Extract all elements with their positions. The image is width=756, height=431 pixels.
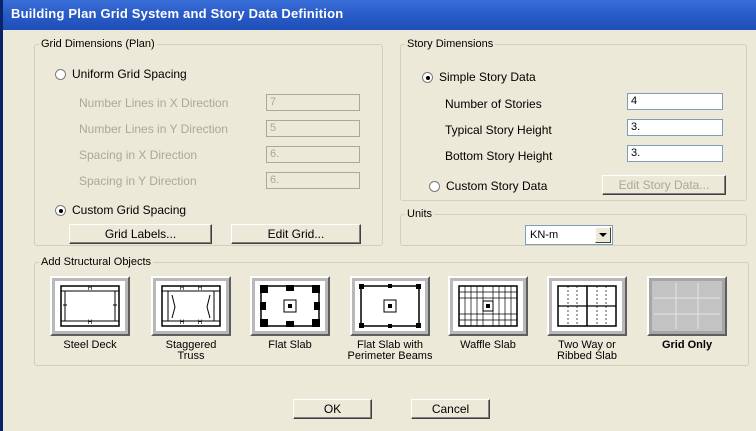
flat-slab-perimeter-beams-option[interactable]: Flat Slab with Perimeter Beams bbox=[348, 276, 432, 362]
flat-slab-tile[interactable] bbox=[250, 276, 330, 336]
staggered-truss-option[interactable]: H H H H Staggered Truss bbox=[151, 276, 231, 362]
units-legend: Units bbox=[407, 208, 433, 220]
svg-text:H: H bbox=[88, 285, 93, 292]
flat-slab-option[interactable]: Flat Slab bbox=[250, 276, 330, 356]
edit-story-data-button[interactable]: Edit Story Data... bbox=[602, 175, 726, 195]
grid-only-option[interactable]: Grid Only bbox=[647, 276, 727, 356]
number-lines-x-input[interactable]: 7 bbox=[266, 94, 360, 111]
grid-only-label: Grid Only bbox=[661, 339, 713, 351]
waffle-slab-label: Waffle Slab bbox=[460, 339, 516, 351]
grid-only-icon bbox=[652, 281, 722, 331]
number-lines-x-label: Number Lines in X Direction bbox=[79, 96, 229, 110]
title-bar[interactable]: Building Plan Grid System and Story Data… bbox=[3, 0, 756, 30]
edit-grid-button[interactable]: Edit Grid... bbox=[231, 224, 361, 244]
typical-story-height-label: Typical Story Height bbox=[445, 123, 552, 137]
steel-deck-option[interactable]: H H Steel Deck bbox=[50, 276, 130, 356]
grid-labels-button[interactable]: Grid Labels... bbox=[69, 224, 212, 244]
chevron-down-icon[interactable] bbox=[595, 227, 611, 243]
flat-slab-perimeter-beams-tile[interactable] bbox=[350, 276, 430, 336]
units-dropdown[interactable]: KN-m bbox=[525, 225, 613, 245]
svg-text:H: H bbox=[198, 319, 203, 326]
typical-story-height-input[interactable]: 3. bbox=[627, 119, 723, 136]
spacing-x-input[interactable]: 6. bbox=[266, 146, 360, 163]
spacing-y-label: Spacing in Y Direction bbox=[79, 174, 197, 188]
custom-grid-spacing-label[interactable]: Custom Grid Spacing bbox=[72, 203, 186, 217]
flat-slab-label: Flat Slab bbox=[268, 339, 312, 351]
number-of-stories-input[interactable]: 4 bbox=[627, 93, 723, 110]
uniform-grid-spacing-radio[interactable] bbox=[55, 69, 66, 80]
custom-story-data-radio[interactable] bbox=[429, 181, 440, 192]
waffle-slab-tile[interactable] bbox=[448, 276, 528, 336]
grid-only-tile[interactable] bbox=[647, 276, 727, 336]
waffle-slab-icon bbox=[453, 281, 523, 331]
svg-text:H: H bbox=[198, 285, 203, 292]
staggered-truss-icon: H H H H bbox=[156, 281, 226, 331]
flat-slab-icon bbox=[255, 281, 325, 331]
two-way-ribbed-slab-tile[interactable] bbox=[547, 276, 627, 336]
two-way-ribbed-slab-label: Two Way or Ribbed Slab bbox=[557, 339, 617, 362]
staggered-truss-tile[interactable]: H H H H bbox=[151, 276, 231, 336]
spacing-y-input[interactable]: 6. bbox=[266, 172, 360, 189]
steel-deck-label: Steel Deck bbox=[63, 339, 117, 351]
spacing-x-label: Spacing in X Direction bbox=[79, 148, 198, 162]
simple-story-data-radio[interactable] bbox=[422, 72, 433, 83]
two-way-ribbed-slab-icon bbox=[552, 281, 622, 331]
svg-text:H: H bbox=[180, 319, 185, 326]
custom-grid-spacing-radio[interactable] bbox=[55, 205, 66, 216]
units-value: KN-m bbox=[530, 229, 559, 241]
custom-story-data-label[interactable]: Custom Story Data bbox=[446, 179, 547, 193]
staggered-truss-label: Staggered Truss bbox=[165, 339, 217, 362]
steel-deck-icon: H H bbox=[55, 281, 125, 331]
flat-slab-perimeter-beams-icon bbox=[355, 281, 425, 331]
story-dimensions-legend: Story Dimensions bbox=[407, 38, 494, 50]
bottom-story-height-label: Bottom Story Height bbox=[445, 149, 553, 163]
uniform-grid-spacing-label[interactable]: Uniform Grid Spacing bbox=[72, 67, 187, 81]
number-of-stories-label: Number of Stories bbox=[445, 97, 542, 111]
window-title: Building Plan Grid System and Story Data… bbox=[11, 6, 344, 21]
ok-button[interactable]: OK bbox=[293, 399, 372, 419]
number-lines-y-input[interactable]: 5 bbox=[266, 120, 360, 137]
grid-dimensions-legend: Grid Dimensions (Plan) bbox=[41, 38, 155, 50]
dialog-window: Building Plan Grid System and Story Data… bbox=[0, 0, 756, 431]
number-lines-y-label: Number Lines in Y Direction bbox=[79, 122, 228, 136]
svg-text:H: H bbox=[180, 285, 185, 292]
svg-text:H: H bbox=[88, 319, 93, 326]
structural-objects-legend: Add Structural Objects bbox=[41, 256, 152, 268]
simple-story-data-label[interactable]: Simple Story Data bbox=[439, 70, 536, 84]
flat-slab-perimeter-beams-label: Flat Slab with Perimeter Beams bbox=[347, 339, 433, 362]
two-way-ribbed-slab-option[interactable]: Two Way or Ribbed Slab bbox=[547, 276, 627, 362]
waffle-slab-option[interactable]: Waffle Slab bbox=[448, 276, 528, 356]
bottom-story-height-input[interactable]: 3. bbox=[627, 145, 723, 162]
cancel-button[interactable]: Cancel bbox=[411, 399, 490, 419]
steel-deck-tile[interactable]: H H bbox=[50, 276, 130, 336]
